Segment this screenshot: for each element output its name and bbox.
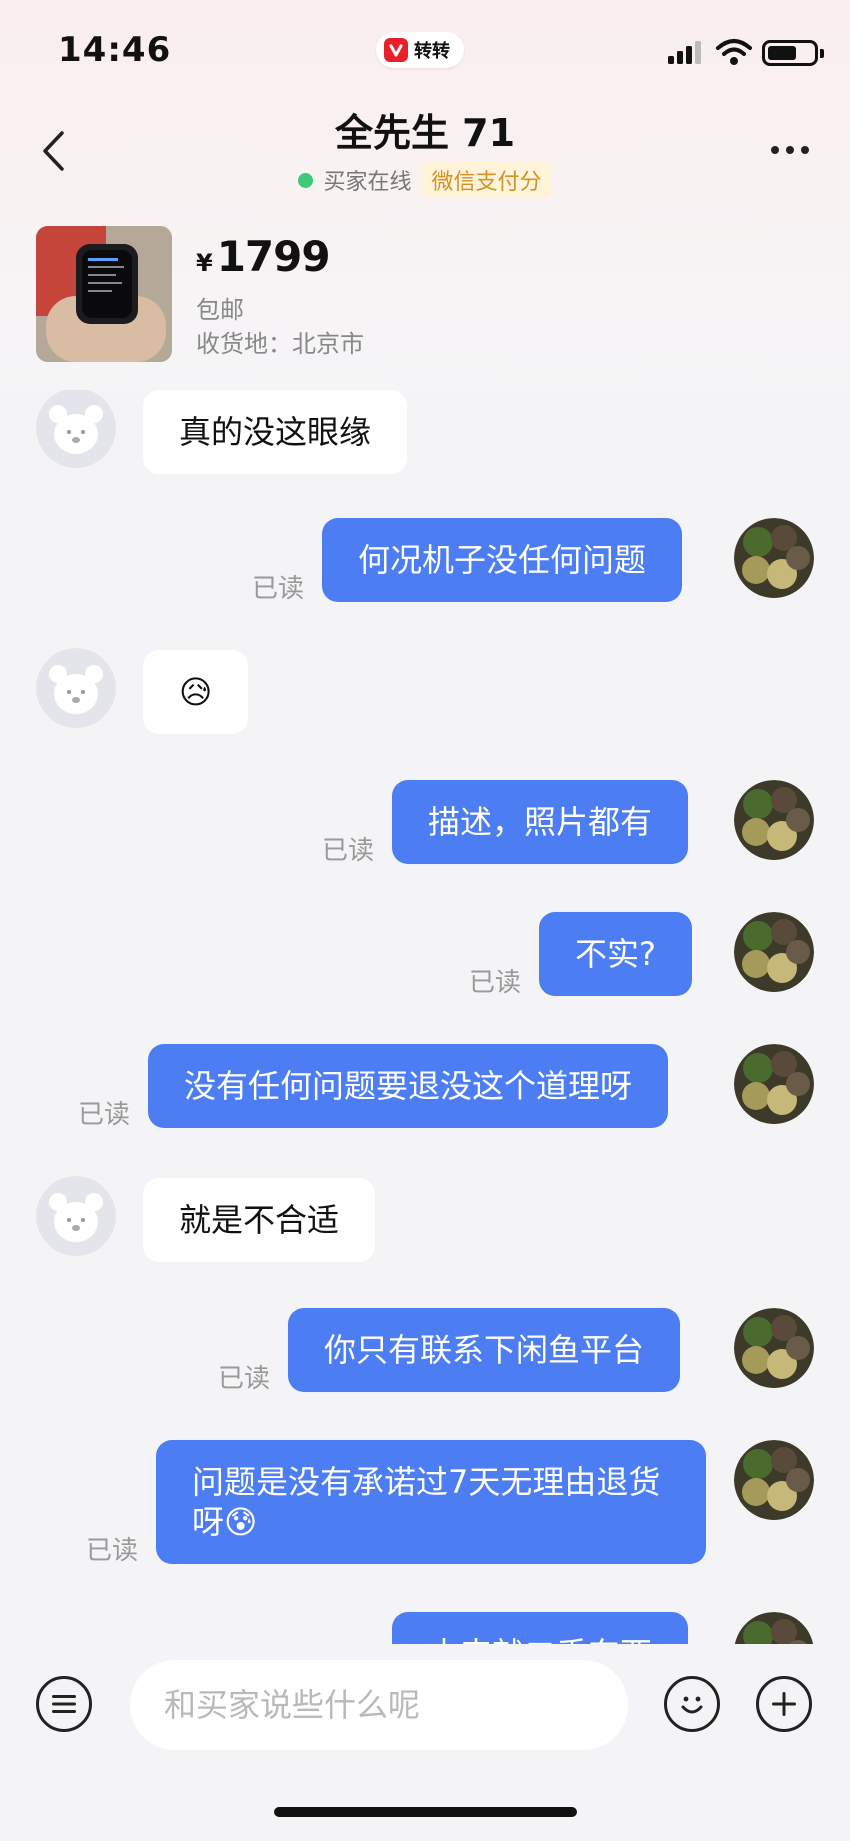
read-status: 已读 [218,1364,271,1394]
home-indicator [274,1807,577,1817]
wechat-pay-badge: 微信支付分 [421,162,552,198]
online-status: 买家在线 [323,170,412,195]
price-value: 1799 [216,232,331,281]
chat-message-list[interactable]: 真的没这眼缘 已读 何况机子没任何问题 😥 已读 描述，照片都有 已读 不实? … [0,390,850,1644]
chat-title: 全先生 71 [334,111,516,155]
delivery-address: 收货地：北京市 [196,330,364,358]
message-bubble-outgoing[interactable]: 没有任何问题要退没这个道理呀 [148,1044,669,1128]
read-status: 已读 [78,1100,131,1130]
battery-icon [762,40,824,66]
shipping-info: 包邮 [196,296,244,324]
message-bubble-outgoing[interactable]: 问题是没有承诺过7天无理由退货呀😰 [156,1440,706,1564]
buyer-avatar[interactable] [36,1176,116,1256]
status-bar: 14:46 转转 [0,0,850,104]
more-options-button[interactable] [760,128,820,172]
seller-avatar[interactable] [734,1440,814,1520]
app-logo-icon [384,38,408,62]
product-image[interactable] [36,226,172,362]
seller-avatar[interactable] [734,912,814,992]
status-time: 14:46 [58,30,172,70]
signal-icon [668,41,701,64]
buyer-avatar[interactable] [36,390,116,468]
message-bubble-outgoing[interactable]: 你只有联系下闲鱼平台 [288,1308,681,1392]
seller-avatar[interactable] [734,1044,814,1124]
app-badge: 转转 [376,32,464,68]
product-price: ¥ 1799 [196,232,331,281]
wifi-icon [716,39,752,65]
menu-icon [52,1695,76,1713]
online-indicator [298,172,314,188]
seller-avatar[interactable] [734,1612,814,1644]
emoji-button[interactable] [664,1676,720,1732]
message-bubble-outgoing[interactable]: 不实? [539,912,692,996]
seller-avatar[interactable] [734,1308,814,1388]
read-status: 已读 [322,836,375,866]
message-bubble-outgoing[interactable]: 本来就二手东西 [392,1612,689,1644]
more-dots-icon [771,146,779,154]
seller-avatar[interactable] [734,518,814,598]
more-actions-button[interactable] [756,1676,812,1732]
message-bubble-outgoing[interactable]: 描述，照片都有 [392,780,689,864]
chat-subtitle: 买家在线 微信支付分 [0,162,850,198]
price-currency: ¥ [196,249,213,277]
plus-icon [772,1692,796,1716]
message-input[interactable] [130,1660,628,1750]
message-bubble-incoming[interactable]: 就是不合适 [143,1178,376,1262]
message-bubble-outgoing[interactable]: 何况机子没任何问题 [322,518,683,602]
app-badge-name: 转转 [414,41,450,62]
read-status: 已读 [469,968,522,998]
read-status: 已读 [252,574,305,604]
seller-avatar[interactable] [734,780,814,860]
buyer-avatar[interactable] [36,648,116,728]
read-status: 已读 [86,1536,139,1566]
message-bubble-incoming[interactable]: 真的没这眼缘 [143,390,408,474]
emoji-icon [681,1696,703,1714]
message-bubble-incoming[interactable]: 😥 [143,650,249,734]
menu-button[interactable] [36,1676,92,1732]
